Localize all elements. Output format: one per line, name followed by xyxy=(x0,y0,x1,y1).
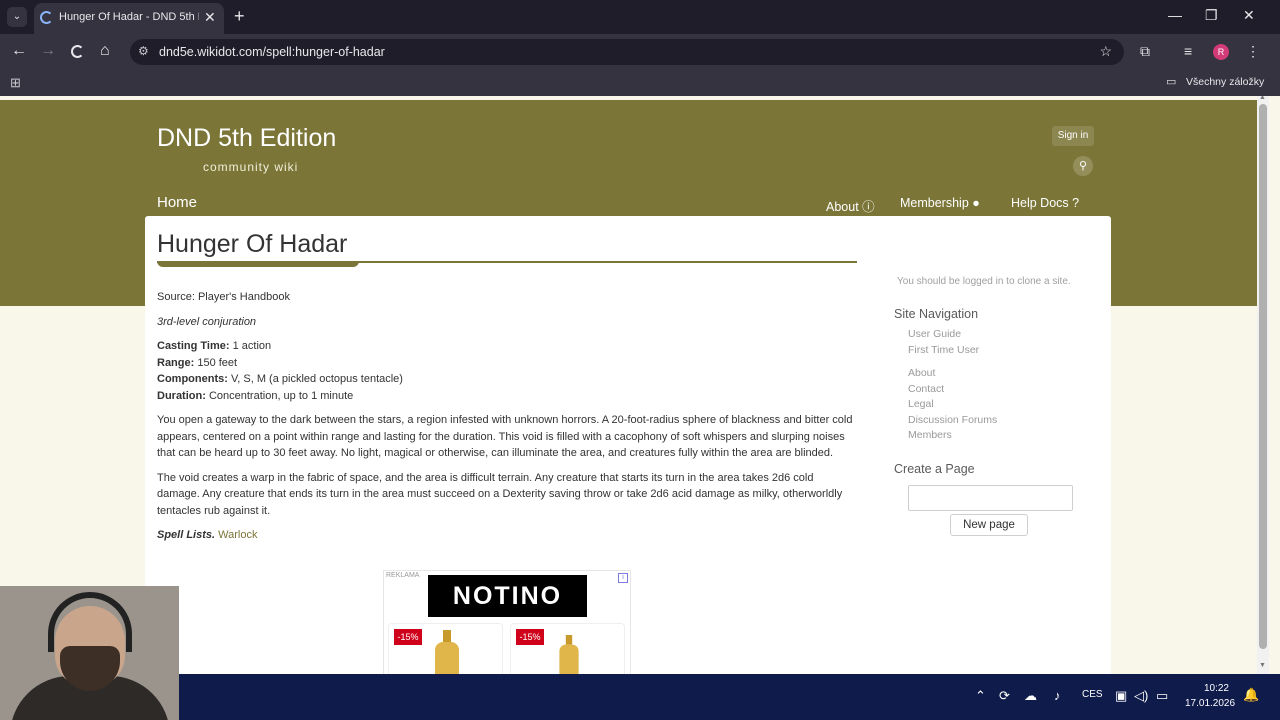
menu-help-docs[interactable]: Help Docs ? xyxy=(1011,196,1079,210)
sync-icon[interactable]: ⟳ xyxy=(999,688,1010,704)
user-icon: ● xyxy=(972,196,980,210)
all-bookmarks-link[interactable]: Všechny záložky xyxy=(1186,76,1264,88)
create-page-heading: Create a Page xyxy=(894,461,975,476)
restore-icon[interactable]: ❐ xyxy=(1205,7,1218,24)
stop-loading-icon[interactable] xyxy=(71,45,84,58)
more-menu-icon[interactable]: ⋮ xyxy=(1246,43,1260,60)
profile-avatar[interactable]: R xyxy=(1213,44,1229,60)
site-subtitle: community wiki xyxy=(203,160,299,174)
new-page-button[interactable]: New page xyxy=(950,513,1028,536)
perfume-bottle-image xyxy=(558,635,580,674)
scrollbar[interactable]: ▲ ▼ xyxy=(1257,96,1269,674)
warlock-link[interactable]: Warlock xyxy=(218,529,257,541)
tab-close-icon[interactable]: ✕ xyxy=(204,9,216,26)
forward-arrow-icon[interactable]: → xyxy=(40,42,56,60)
address-bar[interactable]: ⚙ dnd5e.wikidot.com/spell:hunger-of-hada… xyxy=(130,39,1124,65)
content-card: Hunger Of Hadar Source: Player's Handboo… xyxy=(145,216,1111,674)
window-close-icon[interactable]: ✕ xyxy=(1243,7,1255,24)
sidebar-link-members[interactable]: Members xyxy=(908,428,1094,444)
spell-content: Source: Player's Handbook 3rd-level conj… xyxy=(157,289,859,552)
browser-tab-bar: ⌄ Hunger Of Hadar - DND 5th Edition ✕ + … xyxy=(0,0,1280,34)
advertisement[interactable]: REKLAMA i NOTINO -15% -15% xyxy=(383,570,631,674)
scroll-down-arrow-icon[interactable]: ▼ xyxy=(1259,662,1266,669)
discount-badge: -15% xyxy=(394,629,422,645)
nav-links-group-1: User Guide First Time User xyxy=(894,327,1094,358)
language-indicator[interactable]: CES xyxy=(1082,689,1103,700)
question-icon: ? xyxy=(1072,196,1080,210)
menu-about-label: About xyxy=(826,200,859,214)
notification-bell-icon[interactable]: 🔔 xyxy=(1243,687,1259,703)
volume-icon[interactable]: ◁) xyxy=(1134,688,1148,704)
clone-note: You should be logged in to clone a site. xyxy=(897,276,1071,287)
perfume-bottle-image xyxy=(433,630,461,674)
clock-time: 10:22 xyxy=(1203,683,1229,694)
site-navigation-heading: Site Navigation xyxy=(894,307,979,321)
browser-toolbar: ← → ⌂ ⚙ dnd5e.wikidot.com/spell:hunger-o… xyxy=(0,34,1280,70)
duration-line: Duration: Concentration, up to 1 minute xyxy=(157,389,354,402)
tab-title: Hunger Of Hadar - DND 5th Edition xyxy=(59,11,199,23)
clock[interactable]: 10:22 17.01.2026 xyxy=(1185,681,1236,711)
tab-search-chevron-icon[interactable]: ⌄ xyxy=(7,7,27,27)
new-tab-icon[interactable]: + xyxy=(234,6,245,26)
info-icon: ⓘ xyxy=(862,200,875,214)
search-icon[interactable]: ⚲ xyxy=(1073,156,1093,176)
bookmarks-bar: ⊞ ▭ Všechny záložky xyxy=(0,70,1280,96)
sidebar-link-discussion-forums[interactable]: Discussion Forums xyxy=(908,413,1094,429)
page-title: Hunger Of Hadar xyxy=(157,230,348,258)
home-icon[interactable]: ⌂ xyxy=(100,42,110,60)
battery-icon[interactable]: ▭ xyxy=(1156,688,1168,704)
sidebar-link-first-time-user[interactable]: First Time User xyxy=(908,343,1094,359)
create-page-input[interactable] xyxy=(908,484,1073,511)
menu-about[interactable]: About ⓘ xyxy=(826,196,875,215)
cloud-icon[interactable]: ☁ xyxy=(1024,688,1037,704)
menu-home-link[interactable]: Home xyxy=(157,194,197,211)
site-title[interactable]: DND 5th Edition xyxy=(157,124,336,153)
menu-membership-label: Membership xyxy=(900,196,969,210)
page-viewport: DND 5th Edition community wiki Sign in ⚲… xyxy=(0,96,1280,674)
title-divider-accent xyxy=(157,261,359,267)
network-icon[interactable]: ▣ xyxy=(1115,688,1127,704)
tray-chevron-up-icon[interactable]: ⌃ xyxy=(975,688,986,704)
windows-taskbar: ⌃ ⟳ ☁ ♪ CES ▣ ◁) ▭ 10:22 17.01.2026 🔔 xyxy=(179,674,1280,720)
ad-brand-logo[interactable]: NOTINO xyxy=(428,575,587,617)
discount-badge: -15% xyxy=(516,629,544,645)
webcam-overlay xyxy=(0,586,179,720)
nav-links-group-2: About Contact Legal Discussion Forums Me… xyxy=(894,366,1094,444)
description-paragraph-1: You open a gateway to the dark between t… xyxy=(157,414,853,459)
ad-label: REKLAMA xyxy=(386,572,420,579)
menu-membership[interactable]: Membership ● xyxy=(900,196,980,210)
extensions-icon[interactable]: ⧉ xyxy=(1140,43,1150,60)
range-line: Range: 150 feet xyxy=(157,356,238,369)
loading-spinner-icon xyxy=(40,11,53,24)
casting-time-line: Casting Time: 1 action xyxy=(157,340,272,352)
sign-in-button[interactable]: Sign in xyxy=(1052,126,1094,146)
site-info-icon[interactable]: ⚙ xyxy=(138,44,149,58)
sidebar-link-contact[interactable]: Contact xyxy=(908,382,1094,398)
spell-source: Source: Player's Handbook xyxy=(157,291,290,303)
sidebar: You should be logged in to clone a site.… xyxy=(894,276,1094,536)
ad-product-2[interactable]: -15% xyxy=(510,623,625,674)
spell-lists-line: Spell Lists. Warlock xyxy=(157,529,258,541)
sidebar-link-user-guide[interactable]: User Guide xyxy=(908,327,1094,343)
sidebar-link-legal[interactable]: Legal xyxy=(908,397,1094,413)
components-line: Components: V, S, M (a pickled octopus t… xyxy=(157,373,403,385)
microphone-icon[interactable]: ♪ xyxy=(1054,688,1061,703)
clock-date: 17.01.2026 xyxy=(1185,698,1236,709)
scrollbar-thumb[interactable] xyxy=(1259,104,1267,649)
ad-product-1[interactable]: -15% xyxy=(388,623,503,674)
scroll-up-arrow-icon[interactable]: ▲ xyxy=(1259,96,1266,101)
url-text[interactable]: dnd5e.wikidot.com/spell:hunger-of-hadar xyxy=(159,45,385,59)
media-controls-icon[interactable]: ≡ xyxy=(1184,43,1192,59)
sidebar-link-about[interactable]: About xyxy=(908,366,1094,382)
apps-grid-icon[interactable]: ⊞ xyxy=(10,75,21,91)
description-paragraph-2: The void creates a warp in the fabric of… xyxy=(157,471,843,517)
browser-tab-active[interactable]: Hunger Of Hadar - DND 5th Edition ✕ xyxy=(34,3,224,34)
spell-school: 3rd-level conjuration xyxy=(157,315,257,328)
back-arrow-icon[interactable]: ← xyxy=(11,42,27,60)
ad-info-icon[interactable]: i xyxy=(618,573,628,583)
bookmark-star-icon[interactable]: ☆ xyxy=(1099,43,1112,60)
minimize-icon[interactable]: — xyxy=(1168,7,1182,23)
menu-help-docs-label: Help Docs xyxy=(1011,196,1069,210)
folder-icon[interactable]: ▭ xyxy=(1166,75,1176,88)
